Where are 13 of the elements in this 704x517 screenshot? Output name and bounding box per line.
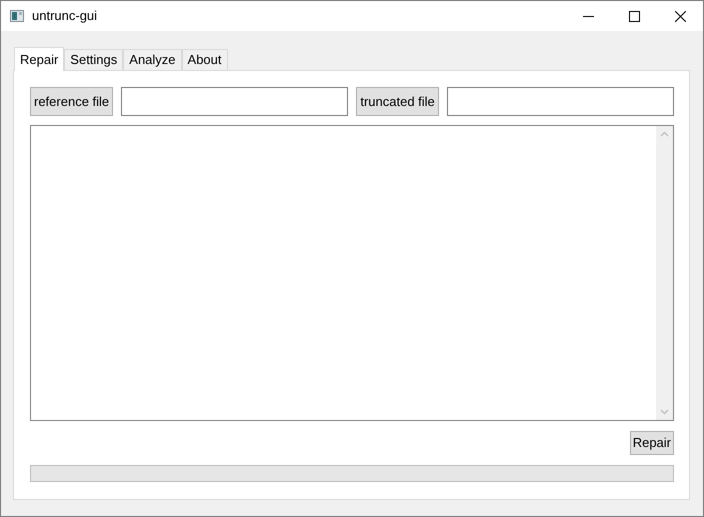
maximize-icon[interactable]	[628, 10, 640, 22]
close-icon[interactable]	[674, 10, 686, 22]
file-path-field[interactable]	[446, 87, 674, 116]
tab[interactable]: About	[182, 49, 228, 70]
app-icon	[10, 10, 24, 22]
tab[interactable]: Settings	[64, 49, 124, 70]
tab[interactable]: Repair	[14, 47, 64, 71]
file-button[interactable]: truncated file	[356, 87, 439, 116]
file-path-field[interactable]	[121, 87, 348, 116]
file-button[interactable]: reference file	[30, 87, 114, 116]
repair-button[interactable]: Repair	[630, 431, 674, 455]
window-title: untrunc-gui	[32, 7, 98, 26]
tab[interactable]: Analyze	[123, 49, 182, 70]
